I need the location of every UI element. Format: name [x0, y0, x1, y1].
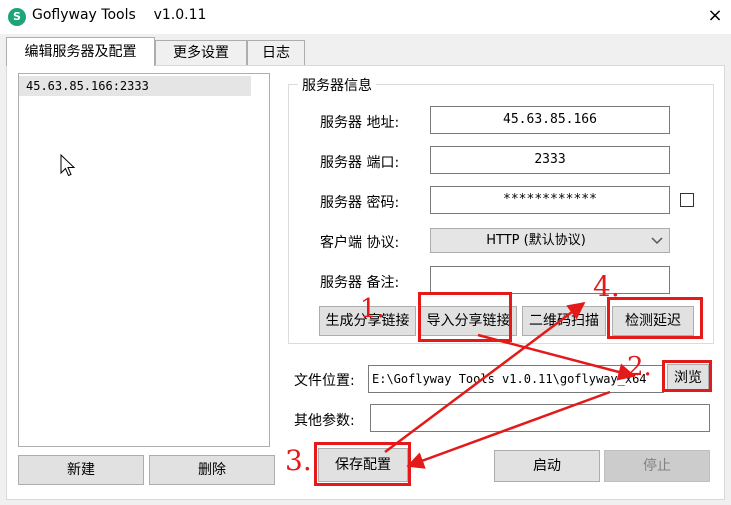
annotation-arrow-3: [384, 301, 586, 454]
tab-edit-server-config[interactable]: 编辑服务器及配置: [6, 37, 155, 66]
annotation-number-1: 1.: [360, 294, 385, 324]
annotation-arrow-1: [477, 333, 636, 381]
annotation-number-4: 4.: [593, 270, 620, 303]
annotation-arrow-2: [406, 390, 611, 469]
annotation-arrows: [384, 301, 636, 469]
annotation-number-2: 2.: [627, 352, 652, 382]
annotation-number-3: 3.: [285, 444, 312, 477]
